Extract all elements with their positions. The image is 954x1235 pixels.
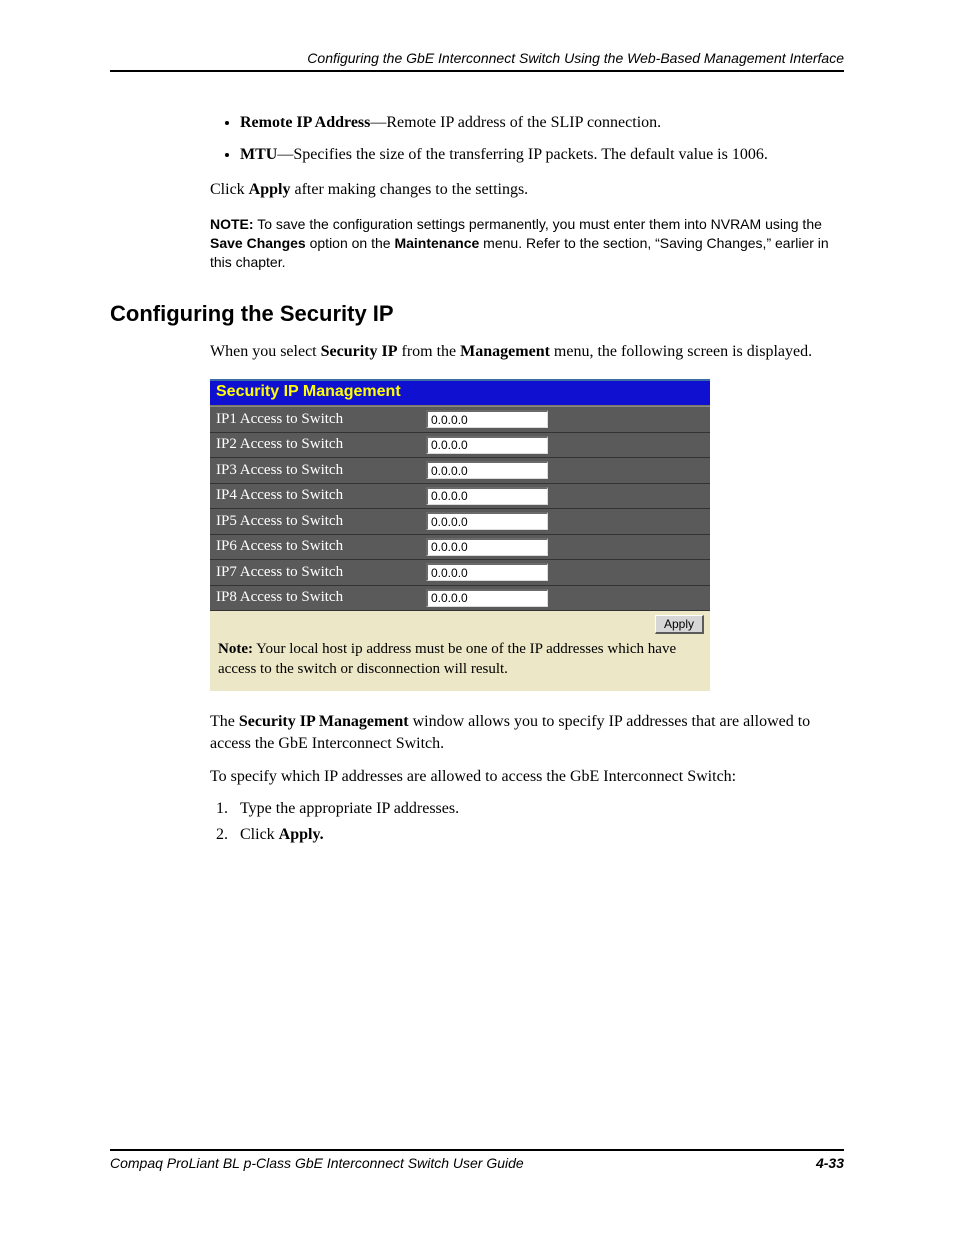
footer-book-title: Compaq ProLiant BL p-Class GbE Interconn… <box>110 1155 524 1171</box>
table-row: IP4 Access to Switch <box>210 483 710 509</box>
panel-title: Security IP Management <box>210 381 710 406</box>
intro-paragraph: When you select Security IP from the Man… <box>210 341 844 363</box>
term-mtu: MTU <box>240 146 277 163</box>
step-list: Type the appropriate IP addresses. Click… <box>210 800 844 844</box>
desc: —Specifies the size of the transferring … <box>277 146 768 163</box>
panel-note: Note: Your local host ip address must be… <box>210 638 710 691</box>
ip5-input[interactable] <box>426 512 548 530</box>
table-row: IP7 Access to Switch <box>210 560 710 586</box>
table-row: IP6 Access to Switch <box>210 534 710 560</box>
ip4-label: IP4 Access to Switch <box>210 483 420 509</box>
step-2: Click Apply. <box>232 826 844 844</box>
table-row: IP5 Access to Switch <box>210 509 710 535</box>
security-ip-panel: Security IP Management IP1 Access to Swi… <box>210 379 710 691</box>
table-row: IP3 Access to Switch <box>210 458 710 484</box>
instruction-intro: To specify which IP addresses are allowe… <box>210 766 844 788</box>
apply-paragraph: Click Apply after making changes to the … <box>210 179 844 201</box>
note-label: NOTE: <box>210 216 254 232</box>
page-footer: Compaq ProLiant BL p-Class GbE Interconn… <box>110 1149 844 1171</box>
term-remote-ip: Remote IP Address <box>240 114 370 131</box>
ip2-label: IP2 Access to Switch <box>210 432 420 458</box>
ip8-input[interactable] <box>426 589 548 607</box>
running-header-text: Configuring the GbE Interconnect Switch … <box>307 50 844 66</box>
section-heading: Configuring the Security IP <box>110 301 844 327</box>
ip3-input[interactable] <box>426 461 548 479</box>
table-row: IP8 Access to Switch <box>210 585 710 611</box>
step-1: Type the appropriate IP addresses. <box>232 800 844 818</box>
ip3-label: IP3 Access to Switch <box>210 458 420 484</box>
ip6-input[interactable] <box>426 538 548 556</box>
ip7-input[interactable] <box>426 563 548 581</box>
bullet-list: Remote IP Address—Remote IP address of t… <box>210 112 844 165</box>
post-panel-paragraph: The Security IP Management window allows… <box>210 711 844 754</box>
ip8-label: IP8 Access to Switch <box>210 585 420 611</box>
table-row: IP1 Access to Switch <box>210 407 710 433</box>
ip5-label: IP5 Access to Switch <box>210 509 420 535</box>
ip1-input[interactable] <box>426 410 548 428</box>
footer-page-number: 4-33 <box>816 1155 844 1171</box>
list-item: Remote IP Address—Remote IP address of t… <box>240 112 844 134</box>
ip7-label: IP7 Access to Switch <box>210 560 420 586</box>
apply-button[interactable]: Apply <box>655 615 704 634</box>
running-header: Configuring the GbE Interconnect Switch … <box>110 50 844 72</box>
table-row: IP2 Access to Switch <box>210 432 710 458</box>
ip6-label: IP6 Access to Switch <box>210 534 420 560</box>
panel-note-label: Note: <box>218 641 253 657</box>
desc: —Remote IP address of the SLIP connectio… <box>370 114 661 131</box>
ip1-label: IP1 Access to Switch <box>210 407 420 433</box>
ip4-input[interactable] <box>426 487 548 505</box>
note-block: NOTE: To save the configuration settings… <box>210 215 844 272</box>
list-item: MTU—Specifies the size of the transferri… <box>240 144 844 166</box>
ip2-input[interactable] <box>426 436 548 454</box>
ip-access-table: IP1 Access to Switch IP2 Access to Switc… <box>210 406 710 611</box>
